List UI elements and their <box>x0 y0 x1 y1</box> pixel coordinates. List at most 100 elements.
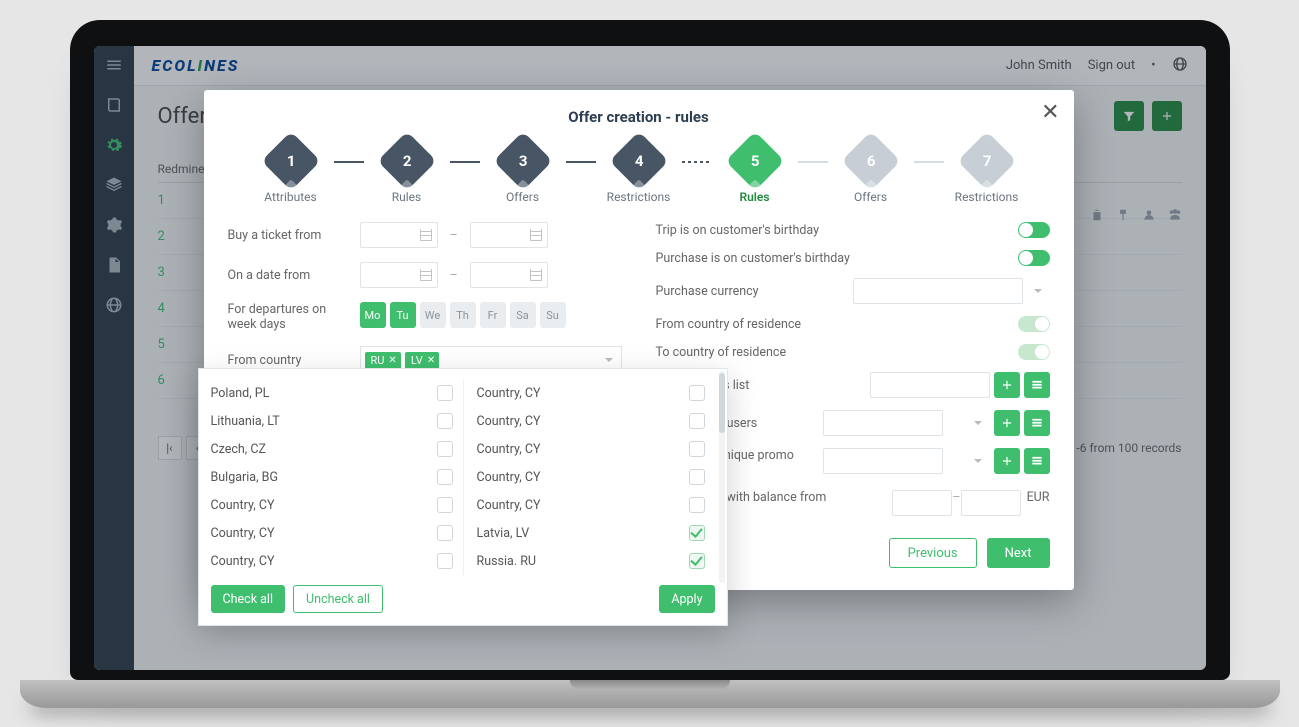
country-option[interactable]: Latvia, LV <box>477 519 715 547</box>
buy-from-label: Buy a ticket from <box>228 228 348 243</box>
day-mo[interactable]: Mo <box>360 302 386 328</box>
topbar-dot: • <box>1151 58 1155 73</box>
sidebar <box>94 46 134 670</box>
country-option[interactable]: Russia. RU <box>477 547 715 575</box>
checkbox[interactable] <box>437 413 453 429</box>
close-icon[interactable]: ✕ <box>1041 100 1059 125</box>
apply-button[interactable]: Apply <box>659 585 714 613</box>
step-5[interactable]: 5Rules <box>712 140 798 204</box>
uncheck-all-button[interactable]: Uncheck all <box>293 585 383 613</box>
previous-button[interactable]: Previous <box>889 538 977 568</box>
currency-label: EUR <box>1027 490 1050 505</box>
checkbox[interactable] <box>437 497 453 513</box>
filter-button[interactable] <box>1114 101 1144 131</box>
country-option[interactable]: Poland, PL <box>211 379 463 407</box>
checkbox[interactable] <box>689 553 705 569</box>
step-4[interactable]: 4Restrictions <box>596 140 682 204</box>
on-date-end[interactable] <box>470 262 548 288</box>
doc-icon[interactable] <box>105 256 123 278</box>
to-residence-label: To country of residence <box>656 345 1018 360</box>
topbar: ECOLINES John Smith Sign out • <box>134 46 1206 86</box>
checkbox[interactable] <box>437 469 453 485</box>
group-list-button[interactable] <box>1024 410 1050 436</box>
checkbox[interactable] <box>437 553 453 569</box>
promo-add-button[interactable] <box>994 372 1020 398</box>
from-country-label: From country <box>228 353 348 368</box>
country-option[interactable]: Country, CY <box>211 491 463 519</box>
country-option[interactable]: Country, CY <box>477 379 715 407</box>
globe-icon[interactable] <box>105 296 123 318</box>
country-option[interactable]: Czech, CZ <box>211 435 463 463</box>
unique-list-button[interactable] <box>1024 448 1050 474</box>
buy-from-end[interactable] <box>470 222 548 248</box>
balance-from-min[interactable] <box>892 490 952 516</box>
promo-codes-input[interactable] <box>870 372 990 398</box>
book-icon[interactable] <box>105 96 123 118</box>
purchase-birthday-label: Purchase is on customer's birthday <box>656 251 1018 266</box>
checkbox[interactable] <box>689 525 705 541</box>
from-residence-toggle[interactable] <box>1018 316 1050 332</box>
purchase-currency-select[interactable] <box>853 278 1023 304</box>
unique-codes-select[interactable] <box>823 448 943 474</box>
checkbox[interactable] <box>437 525 453 541</box>
step-7[interactable]: 7Restrictions <box>944 140 1030 204</box>
dep-days-label: For departures on week days <box>228 302 348 332</box>
balance-from-max[interactable] <box>961 490 1021 516</box>
next-button[interactable]: Next <box>987 538 1050 568</box>
menu-icon[interactable] <box>105 56 123 78</box>
unique-add-button[interactable] <box>994 448 1020 474</box>
day-su[interactable]: Su <box>540 302 566 328</box>
language-icon[interactable] <box>1172 56 1188 76</box>
user-group-select[interactable] <box>823 410 943 436</box>
stepper: 1Attributes 2Rules 3Offers 4Restrictions 5Ru… <box>228 140 1050 204</box>
checkbox[interactable] <box>689 413 705 429</box>
weekday-picker: MoTuWeThFrSaSu <box>360 302 566 328</box>
country-option[interactable]: Country, CY <box>477 463 715 491</box>
gear-icon[interactable] <box>105 136 123 158</box>
add-button[interactable] <box>1152 101 1182 131</box>
day-tu[interactable]: Tu <box>390 302 416 328</box>
records-count: 1-6 from 100 records <box>1070 441 1182 455</box>
country-option[interactable]: Country, CY <box>211 547 463 575</box>
country-option[interactable]: Country, CY <box>477 491 715 519</box>
signout-link[interactable]: Sign out <box>1088 58 1135 73</box>
to-residence-toggle[interactable] <box>1018 344 1050 360</box>
step-2[interactable]: 2Rules <box>364 140 450 204</box>
country-option[interactable]: Lithuania, LT <box>211 407 463 435</box>
day-th[interactable]: Th <box>450 302 476 328</box>
check-all-button[interactable]: Check all <box>211 585 286 613</box>
user-name[interactable]: John Smith <box>1006 58 1072 73</box>
settings-icon[interactable] <box>105 216 123 238</box>
country-option[interactable]: Country, CY <box>477 435 715 463</box>
dropdown-scrollbar[interactable] <box>719 371 725 583</box>
day-sa[interactable]: Sa <box>510 302 536 328</box>
group-add-button[interactable] <box>994 410 1020 436</box>
country-option[interactable]: Country, CY <box>211 519 463 547</box>
purchase-birthday-toggle[interactable] <box>1018 250 1050 266</box>
pager-first[interactable]: |‹ <box>158 436 182 460</box>
country-option[interactable]: Bulgaria, BG <box>211 463 463 491</box>
promo-list-button[interactable] <box>1024 372 1050 398</box>
buy-from-start[interactable] <box>360 222 438 248</box>
on-date-start[interactable] <box>360 262 438 288</box>
layers-icon[interactable] <box>105 176 123 198</box>
step-1[interactable]: 1Attributes <box>248 140 334 204</box>
on-date-label: On a date from <box>228 268 348 283</box>
trip-birthday-label: Trip is on customer's birthday <box>656 223 1018 238</box>
trip-birthday-toggle[interactable] <box>1018 222 1050 238</box>
checkbox[interactable] <box>689 497 705 513</box>
day-we[interactable]: We <box>420 302 446 328</box>
country-tag[interactable]: RU ✕ <box>365 352 401 369</box>
day-fr[interactable]: Fr <box>480 302 506 328</box>
checkbox[interactable] <box>689 385 705 401</box>
checkbox[interactable] <box>689 441 705 457</box>
checkbox[interactable] <box>437 385 453 401</box>
checkbox[interactable] <box>689 469 705 485</box>
country-tag[interactable]: LV ✕ <box>405 352 439 369</box>
country-option[interactable]: Country, CY <box>477 407 715 435</box>
step-3[interactable]: 3Offers <box>480 140 566 204</box>
purchase-currency-label: Purchase currency <box>656 284 853 299</box>
step-6[interactable]: 6Offers <box>828 140 914 204</box>
checkbox[interactable] <box>437 441 453 457</box>
brand-logo: ECOLINES <box>152 56 240 75</box>
